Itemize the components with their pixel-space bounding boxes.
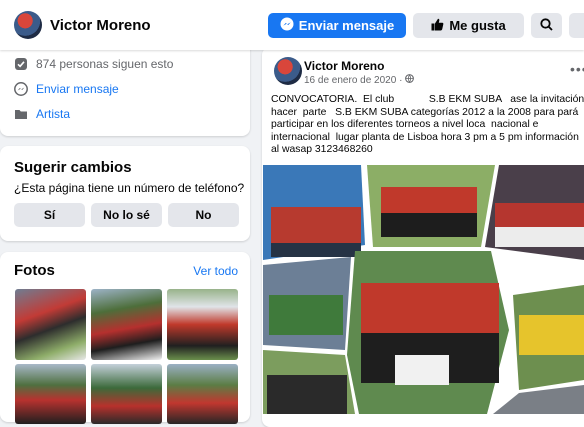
send-message-row[interactable]: Enviar mensaje (14, 82, 119, 96)
like-label: Me gusta (449, 18, 506, 33)
option-yes-button[interactable]: Sí (14, 203, 85, 227)
post-photo-collage[interactable] (263, 165, 584, 414)
search-button[interactable] (531, 13, 562, 38)
globe-icon (405, 74, 415, 86)
thumbs-up-icon (431, 18, 444, 34)
photo-thumbnail[interactable] (15, 364, 86, 424)
like-button[interactable]: Me gusta (413, 13, 524, 38)
followers-icon (14, 57, 28, 71)
photos-card: Fotos Ver todo (0, 252, 250, 424)
collage-tile-center-team (347, 251, 509, 414)
post-meta: 16 de enero de 2020 · (304, 74, 415, 86)
suggest-question: ¿Esta página tiene un número de teléfono… (14, 181, 245, 195)
category-icon (14, 107, 28, 121)
send-message-button[interactable]: Enviar mensaje (268, 13, 406, 38)
more-options-icon[interactable]: ••• (570, 61, 584, 77)
collage-tile-stage (263, 165, 365, 260)
collage-tile-indoor (485, 165, 584, 260)
collage-tile-stadium (263, 257, 351, 350)
category-link[interactable]: Artista (36, 107, 70, 121)
more-button[interactable] (569, 13, 584, 38)
photo-thumbnail[interactable] (167, 289, 238, 360)
followers-text: 874 personas siguen esto (36, 57, 174, 71)
collage-tile-field-team (367, 165, 495, 247)
option-dont-know-button[interactable]: No lo sé (91, 203, 162, 227)
messenger-icon (14, 82, 28, 96)
photo-thumbnail[interactable] (15, 289, 86, 360)
post-author-name[interactable]: Victor Moreno (304, 59, 384, 73)
send-message-label: Enviar mensaje (298, 18, 395, 33)
post-author-avatar[interactable] (274, 57, 302, 85)
photo-thumbnail[interactable] (91, 289, 162, 360)
option-no-button[interactable]: No (168, 203, 239, 227)
collage-tile-bottom-left (263, 350, 355, 414)
suggest-title: Sugerir cambios (14, 159, 132, 176)
photo-thumbnail[interactable] (167, 364, 238, 424)
followers-row: 874 personas siguen esto (14, 57, 173, 71)
see-all-photos-link[interactable]: Ver todo (193, 264, 238, 278)
category-row: Artista (14, 107, 70, 121)
page-name[interactable]: Victor Moreno (50, 17, 151, 34)
post-text: CONVOCATORIA. El club S.B EKM SUBA ase l… (271, 94, 584, 155)
messenger-icon (280, 17, 294, 34)
page-header: Victor Moreno Enviar mensaje Me gusta (0, 0, 584, 50)
send-message-link[interactable]: Enviar mensaje (36, 82, 119, 96)
post-date[interactable]: 16 de enero de 2020 · (304, 75, 402, 86)
page-avatar[interactable] (14, 11, 42, 39)
photo-thumbnail[interactable] (91, 364, 162, 424)
suggest-changes-card: Sugerir cambios ¿Esta página tiene un nú… (0, 146, 250, 241)
search-icon (540, 17, 553, 34)
photos-title: Fotos (14, 262, 55, 279)
collage-tile-right-team (513, 285, 584, 390)
